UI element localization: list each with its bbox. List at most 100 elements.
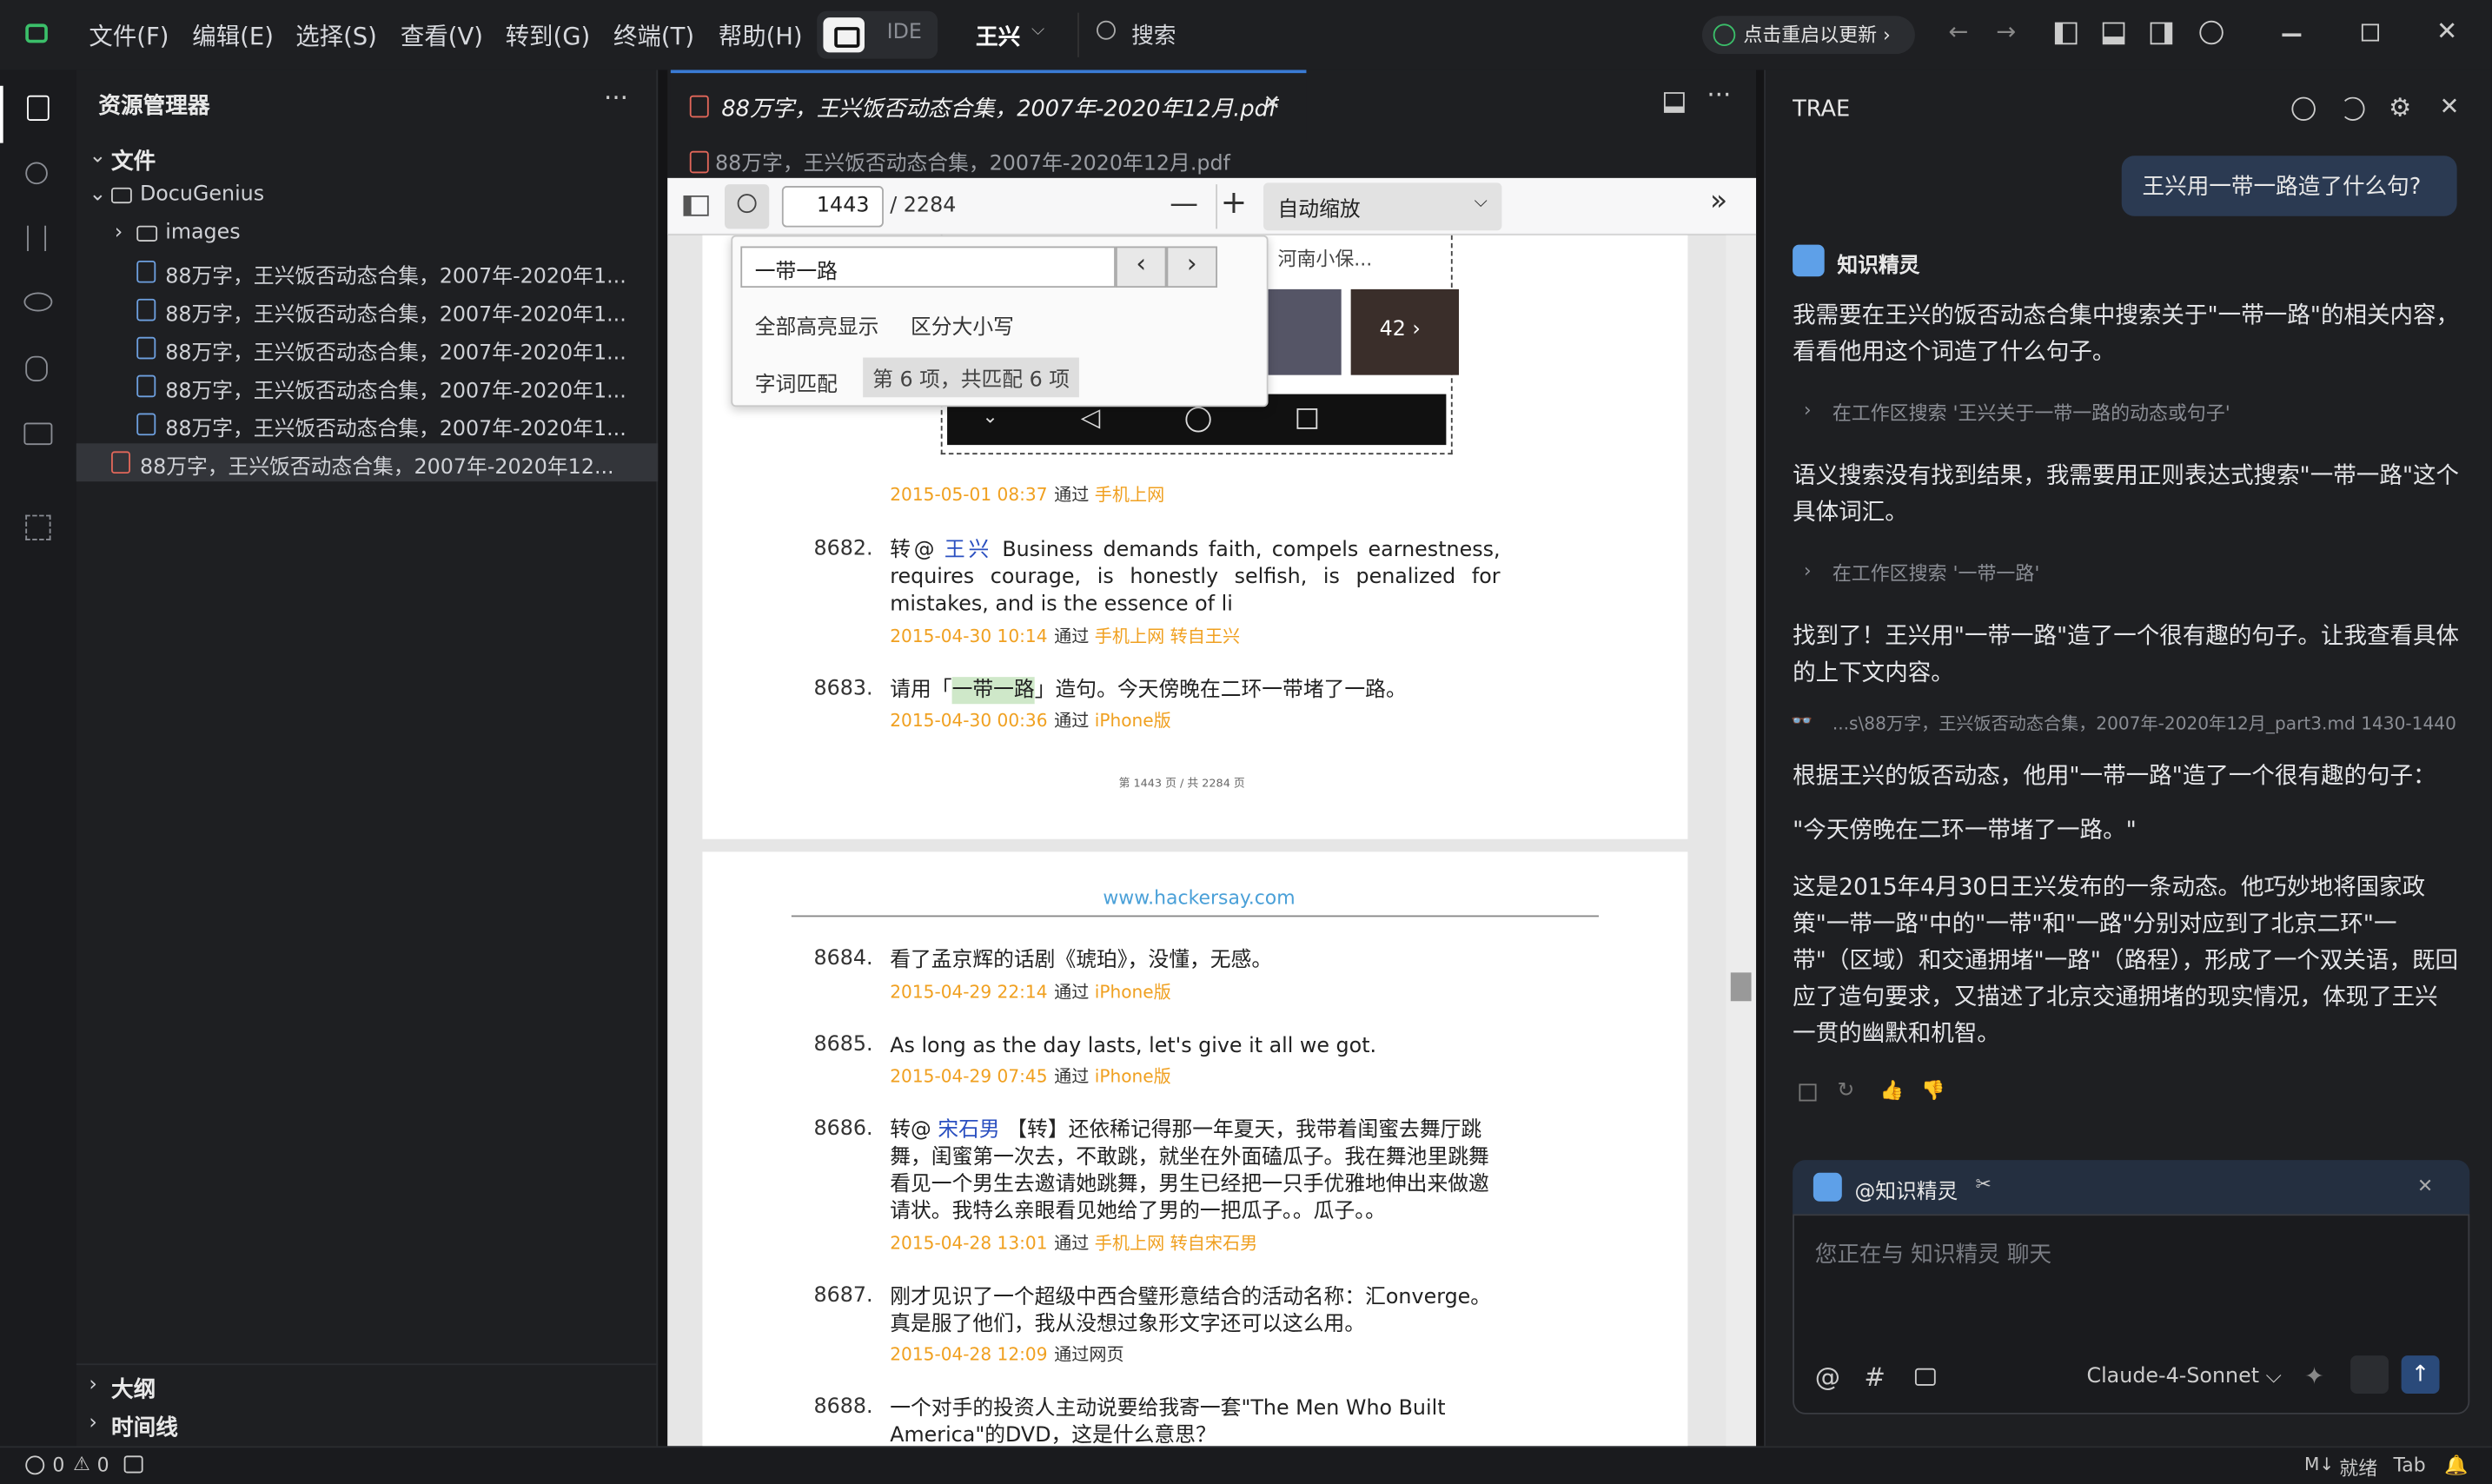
restart-update-button[interactable]: 点击重启以更新 › <box>1701 16 1915 55</box>
more-tools-icon[interactable]: » <box>1710 184 1727 217</box>
file-item[interactable]: 88万字，王兴饭否动态合集，2007年-2020年1... <box>76 405 658 443</box>
thumbs-up-icon[interactable]: 👍 <box>1880 1079 1904 1102</box>
remote-explorer-icon[interactable] <box>23 422 53 446</box>
whole-word-toggle[interactable]: 字词匹配 <box>755 367 838 397</box>
chat-input[interactable]: 您正在与 知识精灵 聊天 <box>1815 1238 2051 1270</box>
new-chat-icon[interactable] <box>2291 96 2316 122</box>
account-icon[interactable] <box>2199 20 2224 45</box>
find-input[interactable]: 一带一路 <box>740 246 1116 288</box>
pdf-file-icon <box>689 150 709 174</box>
source-control-icon[interactable] <box>27 225 47 251</box>
menu-view[interactable]: 查看(V) <box>401 19 483 52</box>
warning-count[interactable]: 0 <box>97 1454 109 1477</box>
chevron-down-icon[interactable]: ⌵ <box>1031 19 1044 42</box>
menu-terminal[interactable]: 终端(T) <box>613 19 694 52</box>
close-panel-icon[interactable]: ✕ <box>2440 92 2460 121</box>
more-actions-icon[interactable]: ··· <box>1707 79 1731 109</box>
sidebar-toggle-icon[interactable] <box>683 195 709 216</box>
image-icon[interactable] <box>1914 1368 1936 1386</box>
file-item-active[interactable]: 88万字，王兴饭否动态合集，2007年-2020年12... <box>76 443 659 482</box>
entry-meta: 2015-04-30 10:14 通过 手机上网 转自王兴 <box>890 626 1241 647</box>
toggle-right-panel-icon[interactable] <box>2150 22 2173 45</box>
find-next-icon[interactable]: › <box>1166 246 1218 288</box>
menu-help[interactable]: 帮助(H) <box>719 19 803 52</box>
mention-at-icon[interactable]: @ <box>1815 1361 1840 1392</box>
status-ready[interactable]: 就绪 <box>2339 1454 2377 1481</box>
find-previous-icon[interactable]: ‹ <box>1115 246 1167 288</box>
explorer-icon[interactable] <box>27 95 50 122</box>
tool-call-search[interactable]: › 在工作区搜索 '一带一路' <box>1804 560 2039 586</box>
file-item[interactable]: 88万字，王兴饭否动态合集，2007年-2020年1... <box>76 329 658 368</box>
explorer-title: 资源管理器 <box>98 93 210 120</box>
tools-icon[interactable]: ✂ <box>1975 1173 1991 1196</box>
send-arrow-icon[interactable]: ↑ <box>2401 1355 2440 1395</box>
mention-agent[interactable]: @知识精灵 <box>1854 1175 1958 1204</box>
menu-selection[interactable]: 选择(S) <box>295 19 377 52</box>
breadcrumb[interactable]: 88万字，王兴饭否动态合集，2007年-2020年12月.pdf <box>689 146 1230 177</box>
file-reference[interactable]: 👓 ...s\88万字，王兴饭否动态合集，2007年-2020年12月_part3… <box>1791 711 2456 736</box>
status-tab[interactable]: Tab <box>2393 1454 2425 1477</box>
section-outline[interactable]: › 大纲 <box>76 1367 658 1405</box>
microphone-icon[interactable] <box>2350 1355 2389 1395</box>
menu-go[interactable]: 转到(G) <box>506 19 591 52</box>
menu-file[interactable]: 文件(F) <box>89 19 169 52</box>
hash-icon[interactable]: # <box>1864 1361 1886 1392</box>
workspace-selector[interactable]: 王兴 <box>976 21 1020 53</box>
scrollbar-thumb[interactable] <box>1730 972 1752 1002</box>
copy-icon[interactable] <box>1799 1083 1817 1102</box>
regenerate-icon[interactable]: ↻ <box>1837 1079 1854 1103</box>
notification-bell-icon[interactable]: 🔔 <box>2444 1454 2468 1477</box>
file-item[interactable]: 88万字，王兴饭否动态合集，2007年-2020年1... <box>76 367 658 405</box>
error-icon[interactable] <box>25 1455 45 1475</box>
file-item[interactable]: 88万字，王兴饭否动态合集，2007年-2020年1... <box>76 253 658 291</box>
pdf-scrollbar[interactable] <box>1726 235 1757 1447</box>
error-count[interactable]: 0 <box>52 1454 64 1477</box>
history-icon[interactable] <box>2341 96 2365 122</box>
debug-icon[interactable] <box>25 355 48 381</box>
sparkle-icon[interactable]: ✦ <box>2304 1361 2324 1390</box>
tool-call-search[interactable]: › 在工作区搜索 '王兴关于一带一路的动态或句子' <box>1804 399 2230 426</box>
toggle-sidebar-icon[interactable] <box>2054 22 2078 45</box>
ports-icon[interactable] <box>123 1455 143 1474</box>
match-case-toggle[interactable]: 区分大小写 <box>911 310 1014 340</box>
file-item[interactable]: 88万字，王兴饭否动态合集，2007年-2020年1... <box>76 291 658 329</box>
forward-arrow-icon[interactable]: → <box>1996 17 2016 46</box>
toggle-panel-icon[interactable] <box>2102 22 2125 45</box>
page-number-input[interactable]: 1443 <box>781 185 884 228</box>
breadcrumb-file: 88万字，王兴饭否动态合集，2007年-2020年12月.pdf <box>715 152 1230 177</box>
folder-images[interactable]: › images <box>76 215 658 253</box>
markdown-indicator[interactable]: M↓ <box>2304 1454 2334 1475</box>
extensions-icon[interactable] <box>25 514 51 540</box>
pdf-viewer[interactable]: ⌄ ◁ 42 › 河南小保... 2015-05-01 08:37 通过 手机上… <box>667 235 1757 1447</box>
assistant-text: 语义搜索没有找到结果，我需要用正则表达式搜索"一带一路"这个具体词汇。 <box>1793 464 2460 527</box>
eye-icon[interactable] <box>23 292 53 312</box>
zoom-select[interactable]: 自动缩放 ⌵ <box>1263 182 1502 231</box>
search-icon[interactable] <box>1097 20 1116 40</box>
global-search[interactable]: 搜索 <box>1131 19 1176 51</box>
folder-docugenius[interactable]: ⌄ DocuGenius <box>76 176 658 215</box>
settings-gear-icon[interactable]: ⚙ <box>2389 92 2411 123</box>
clear-mention-icon[interactable]: ✕ <box>2417 1175 2433 1197</box>
zoom-out-icon[interactable]: — <box>1170 188 1198 221</box>
ide-mode-switch[interactable]: IDE <box>817 10 938 59</box>
agent-name: 知识精灵 <box>1837 254 1920 279</box>
back-arrow-icon[interactable]: ← <box>1948 17 1968 46</box>
thumbs-down-icon[interactable]: 👎 <box>1921 1079 1945 1102</box>
page-header-link[interactable]: www.hackersay.com <box>1103 887 1295 910</box>
more-actions-icon[interactable]: ··· <box>604 83 628 113</box>
warning-icon[interactable]: ⚠ <box>73 1453 90 1475</box>
minimize-icon[interactable] <box>2282 33 2302 36</box>
zoom-in-icon[interactable]: + <box>1221 182 1248 221</box>
close-window-icon[interactable]: ✕ <box>2436 16 2458 46</box>
editor-tab[interactable]: 88万字，王兴饭否动态合集，2007年-2020年12月.pdf ✕ <box>670 70 1307 140</box>
chat-input-box[interactable]: 您正在与 知识精灵 聊天 @ # Claude-4-Sonnet ⌵ ✦ ↑ <box>1793 1214 2470 1414</box>
split-editor-icon[interactable] <box>1663 92 1685 113</box>
search-icon[interactable] <box>25 162 48 185</box>
menu-edit[interactable]: 编辑(E) <box>192 19 274 52</box>
model-select[interactable]: Claude-4-Sonnet ⌵ <box>2086 1365 2281 1388</box>
highlight-all-toggle[interactable]: 全部高亮显示 <box>755 310 879 340</box>
close-tab-icon[interactable]: ✕ <box>1263 92 1281 116</box>
section-files[interactable]: ⌄ 文件 <box>76 138 658 176</box>
maximize-icon[interactable] <box>2361 23 2380 42</box>
section-timeline[interactable]: › 时间线 <box>76 1405 658 1443</box>
